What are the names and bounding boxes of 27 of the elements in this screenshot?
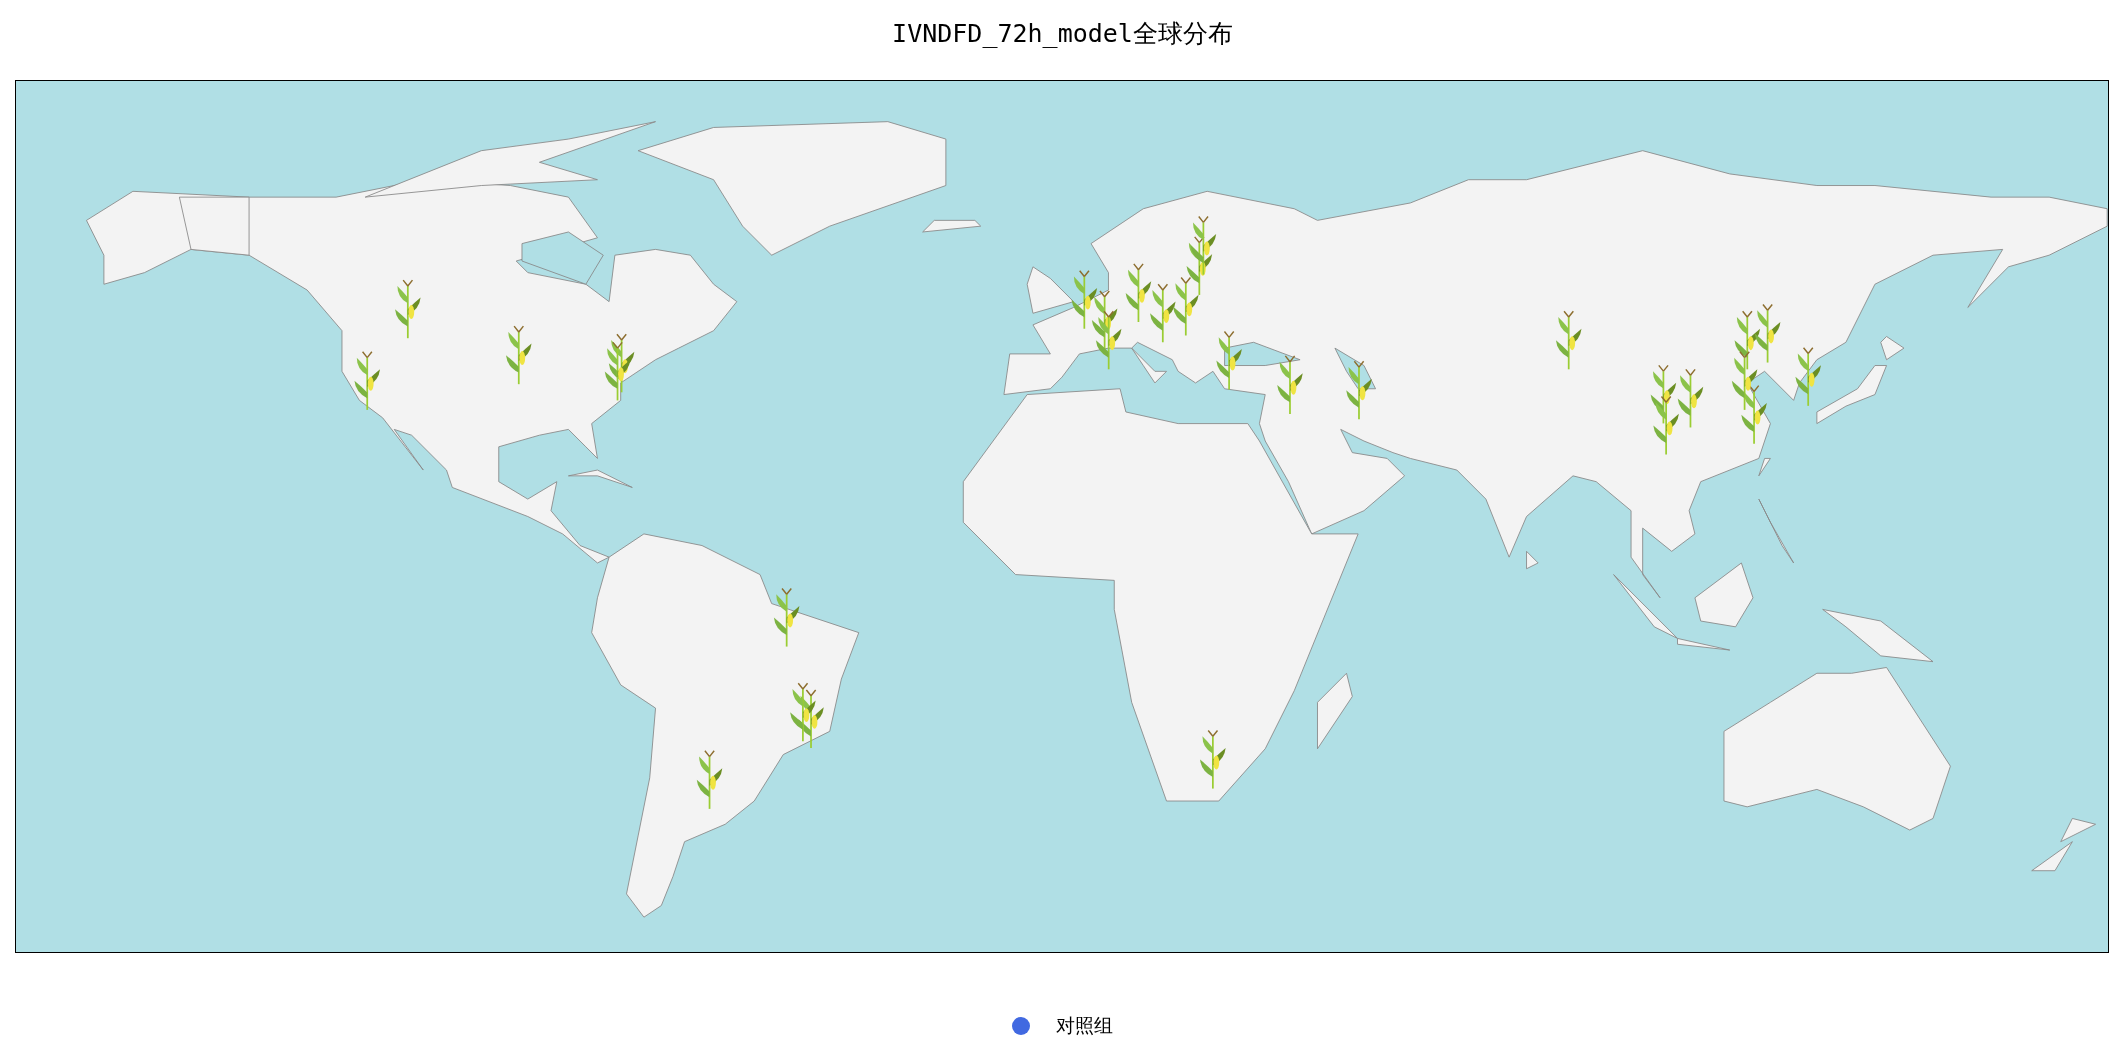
- corn-plant-icon: [1677, 368, 1704, 429]
- corn-plant-icon: [1150, 283, 1176, 344]
- corn-plant-icon: [395, 279, 421, 340]
- corn-plant-icon: [1190, 215, 1217, 276]
- corn-plant-icon: [1731, 351, 1758, 411]
- landmass: [2060, 818, 2097, 843]
- corn-plant-icon: [1125, 263, 1152, 323]
- corn-plant-icon: [506, 325, 532, 386]
- corn-plant-icon: [1095, 310, 1122, 371]
- corn-plant-icon: [1200, 729, 1226, 790]
- landmass: [2031, 841, 2073, 872]
- corn-plant-icon: [1071, 269, 1098, 330]
- corn-plant-icon: [790, 682, 816, 743]
- corn-plant-icon: [1653, 395, 1679, 456]
- corn-plant-icon: [1277, 355, 1303, 415]
- corn-plant-icon: [773, 587, 800, 648]
- corn-plant-icon: [1346, 360, 1372, 421]
- corn-plant-icon: [604, 341, 631, 402]
- legend-label: 对照组: [1056, 1013, 1113, 1038]
- corn-plant-icon: [1555, 310, 1582, 371]
- corn-plant-icon: [1795, 347, 1821, 407]
- corn-plant-icon: [696, 750, 723, 810]
- chart-title: IVNDFD_72h_model全球分布: [892, 17, 1233, 50]
- corn-plant-icon: [1173, 276, 1199, 337]
- corn-plant-icon: [1754, 303, 1781, 364]
- corn-plant-icon: [1216, 330, 1242, 391]
- corn-plant-icon: [354, 351, 380, 411]
